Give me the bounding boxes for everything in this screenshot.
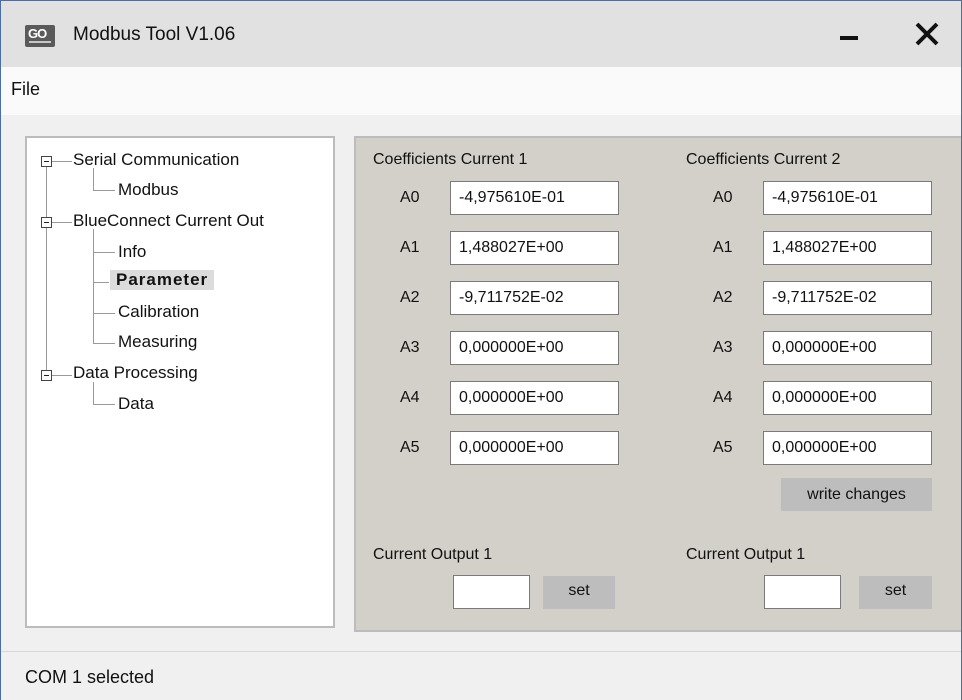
title-bar: GO Modbus Tool V1.06: [1, 1, 961, 67]
coeff1-a4-input[interactable]: 0,000000E+00: [450, 381, 619, 415]
coeff2-a1-label: A1: [713, 239, 733, 256]
collapse-icon[interactable]: [41, 370, 52, 381]
tree-item-data-processing[interactable]: Data Processing: [73, 363, 198, 383]
write-changes-button[interactable]: write changes: [781, 478, 932, 511]
current-output-2-label: Current Output 1: [686, 546, 806, 563]
tree-item-measuring[interactable]: Measuring: [118, 332, 197, 352]
tree-line: [46, 167, 47, 377]
coeff1-a0-input[interactable]: -4,975610E-01: [450, 181, 619, 215]
coeff2-a0-input[interactable]: -4,975610E-01: [763, 181, 932, 215]
tree-item-serial-communication[interactable]: Serial Communication: [73, 150, 239, 170]
tree-item-modbus[interactable]: Modbus: [118, 180, 178, 200]
coeff1-a3-label: A3: [400, 339, 420, 356]
app-logo: GO: [25, 25, 55, 47]
tree-line: [52, 375, 72, 376]
coeff1-a5-input[interactable]: 0,000000E+00: [450, 431, 619, 465]
tree-line: [52, 161, 72, 162]
coeff1-a2-label: A2: [400, 289, 420, 306]
app-window: GO Modbus Tool V1.06 File Serial Communi…: [0, 0, 962, 700]
coeff1-a1-input[interactable]: 1,488027E+00: [450, 231, 619, 265]
coeff2-a3-input[interactable]: 0,000000E+00: [763, 331, 932, 365]
main-content: Serial Communication Modbus BlueConnect …: [1, 115, 961, 651]
set-button-2[interactable]: set: [859, 576, 932, 609]
tree-item-info[interactable]: Info: [118, 242, 146, 262]
tree-line: [93, 313, 115, 314]
status-bar: COM 1 selected: [1, 651, 961, 700]
coeff1-a5-label: A5: [400, 439, 420, 456]
tree-line: [93, 190, 115, 191]
coeff2-a3-label: A3: [713, 339, 733, 356]
tree-line: [93, 252, 115, 253]
current-output-2-input[interactable]: [764, 575, 841, 609]
set-button-1[interactable]: set: [543, 576, 615, 609]
window-title: Modbus Tool V1.06: [73, 24, 236, 45]
coeff2-a1-input[interactable]: 1,488027E+00: [763, 231, 932, 265]
collapse-icon[interactable]: [41, 156, 52, 167]
coeff1-a0-label: A0: [400, 189, 420, 206]
tree-line: [93, 229, 94, 343]
navigation-tree: Serial Communication Modbus BlueConnect …: [25, 136, 335, 628]
tree-line: [93, 168, 94, 190]
coeff1-a4-label: A4: [400, 389, 420, 406]
tree-item-data[interactable]: Data: [118, 394, 154, 414]
menu-bar: File: [1, 67, 961, 115]
tree-line: [93, 282, 109, 283]
coeff2-a2-input[interactable]: -9,711752E-02: [763, 281, 932, 315]
coefficients-current-2-header: Coefficients Current 2: [686, 151, 841, 168]
coeff2-a2-label: A2: [713, 289, 733, 306]
current-output-1-label: Current Output 1: [373, 546, 493, 563]
minimize-button[interactable]: [829, 19, 867, 53]
parameter-panel: Coefficients Current 1 Coefficients Curr…: [354, 136, 961, 632]
collapse-icon[interactable]: [41, 217, 52, 228]
coeff2-a4-label: A4: [713, 389, 733, 406]
tree-line: [93, 404, 115, 405]
close-icon: [915, 22, 939, 46]
menu-file[interactable]: File: [11, 79, 40, 100]
tree-item-blueconnect-current-out[interactable]: BlueConnect Current Out: [73, 211, 264, 231]
tree-item-parameter[interactable]: Parameter: [110, 270, 215, 290]
coeff2-a5-label: A5: [713, 439, 733, 456]
status-text: COM 1 selected: [25, 667, 155, 687]
tree-line: [52, 222, 72, 223]
tree-item-calibration[interactable]: Calibration: [118, 302, 199, 322]
coefficients-current-1-header: Coefficients Current 1: [373, 151, 528, 168]
coeff2-a4-input[interactable]: 0,000000E+00: [763, 381, 932, 415]
coeff1-a3-input[interactable]: 0,000000E+00: [450, 331, 619, 365]
tree-line: [93, 343, 115, 344]
coeff2-a0-label: A0: [713, 189, 733, 206]
close-button[interactable]: [903, 16, 951, 56]
coeff2-a5-input[interactable]: 0,000000E+00: [763, 431, 932, 465]
coeff1-a1-label: A1: [400, 239, 420, 256]
current-output-1-input[interactable]: [453, 575, 530, 609]
coeff1-a2-input[interactable]: -9,711752E-02: [450, 281, 619, 315]
tree-line: [93, 382, 94, 404]
